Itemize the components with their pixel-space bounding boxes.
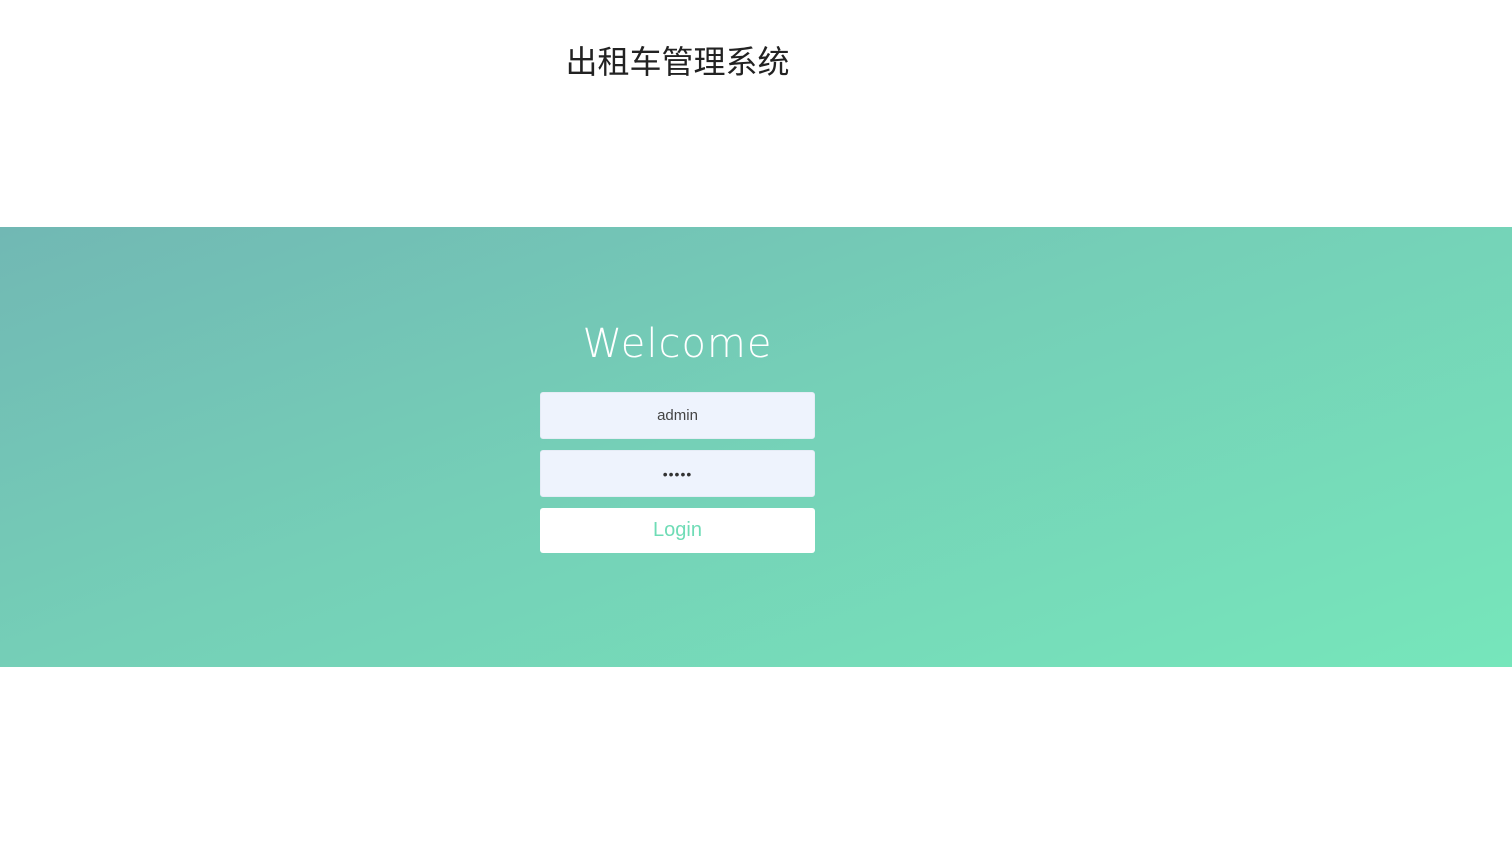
login-form: Welcome Login <box>540 227 815 553</box>
password-input[interactable] <box>540 450 815 497</box>
login-banner: Welcome Login <box>0 227 1512 667</box>
login-button[interactable]: Login <box>540 508 815 553</box>
header-area: 出租车管理系统 <box>0 0 1512 227</box>
page-title: 出租车管理系统 <box>565 43 790 81</box>
username-input[interactable] <box>540 392 815 439</box>
welcome-heading: Welcome <box>582 321 773 367</box>
